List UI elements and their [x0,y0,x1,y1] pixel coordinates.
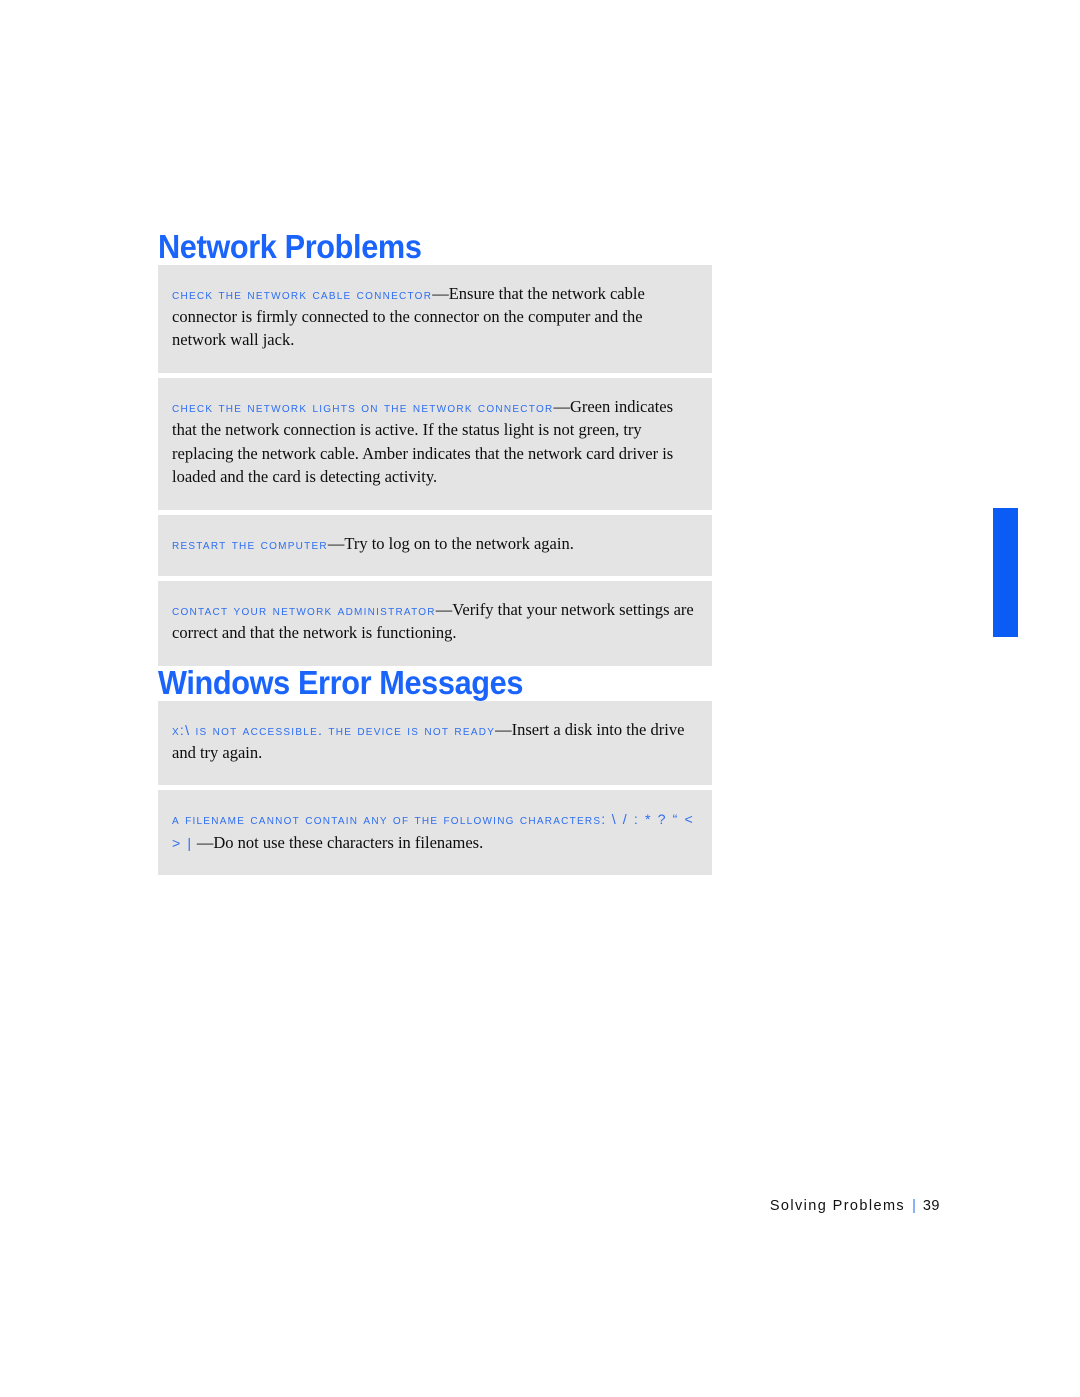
em-dash: — [495,719,512,739]
tip-lead-in: A FILENAME CANNOT CONTAIN ANY OF THE FOL… [172,812,612,829]
page-number: 39 [922,1198,940,1214]
tip-lead-in: RESTART THE COMPUTER [172,536,328,553]
tip-lead-in: CHECK THE NETWORK LIGHTS ON THE NETWORK … [172,399,554,416]
network-problems-tip-list: CHECK THE NETWORK CABLE CONNECTOR—Ensure… [158,264,712,666]
em-dash: — [435,600,453,620]
tip-body: Try to log on to the network again. [344,533,574,553]
tip-lead-in: CHECK THE NETWORK CABLE CONNECTOR [172,286,433,303]
footer-separator: | [912,1198,916,1214]
tip-lead-in: X:\ IS NOT ACCESSIBLE. THE DEVICE IS NOT… [172,722,496,739]
windows-error-messages-tip-list: X:\ IS NOT ACCESSIBLE. THE DEVICE IS NOT… [158,700,712,876]
em-dash: — [553,396,570,416]
tip-paragraph: CHECK THE NETWORK LIGHTS ON THE NETWORK … [172,395,698,489]
tip-paragraph: CHECK THE NETWORK CABLE CONNECTOR—Ensure… [172,282,698,352]
tip-paragraph: RESTART THE COMPUTER—Try to log on to th… [172,532,698,555]
em-dash: — [192,832,214,852]
tip-box-device-not-ready: X:\ IS NOT ACCESSIBLE. THE DEVICE IS NOT… [158,700,712,786]
tip-box-check-network-cable-connector: CHECK THE NETWORK CABLE CONNECTOR—Ensure… [158,264,712,373]
tip-box-filename-invalid-characters: A FILENAME CANNOT CONTAIN ANY OF THE FOL… [158,790,712,876]
tip-paragraph: CONTACT YOUR NETWORK ADMINISTRATOR—Verif… [172,598,698,645]
page-content: Network Problems CHECK THE NETWORK CABLE… [158,228,712,876]
chapter-tab-marker [993,508,1018,637]
tip-body: Do not use these characters in filenames… [213,832,484,852]
em-dash: — [327,533,345,553]
tip-paragraph: A FILENAME CANNOT CONTAIN ANY OF THE FOL… [172,807,698,854]
document-page: Network Problems CHECK THE NETWORK CABLE… [0,0,1080,1397]
page-title-windows-error-messages: Windows Error Messages [158,663,524,701]
em-dash: — [432,283,449,303]
page-footer: Solving Problems | 39 [0,1198,1080,1214]
tip-lead-in: CONTACT YOUR NETWORK ADMINISTRATOR [172,603,436,620]
tip-paragraph: X:\ IS NOT ACCESSIBLE. THE DEVICE IS NOT… [172,718,698,765]
footer-section-title: Solving Problems [769,1198,906,1214]
page-title-network-problems: Network Problems [158,228,422,265]
tip-box-contact-network-administrator: CONTACT YOUR NETWORK ADMINISTRATOR—Verif… [158,581,712,666]
tip-box-restart-the-computer: RESTART THE COMPUTER—Try to log on to th… [158,514,712,577]
tip-box-check-network-lights: CHECK THE NETWORK LIGHTS ON THE NETWORK … [158,377,712,510]
